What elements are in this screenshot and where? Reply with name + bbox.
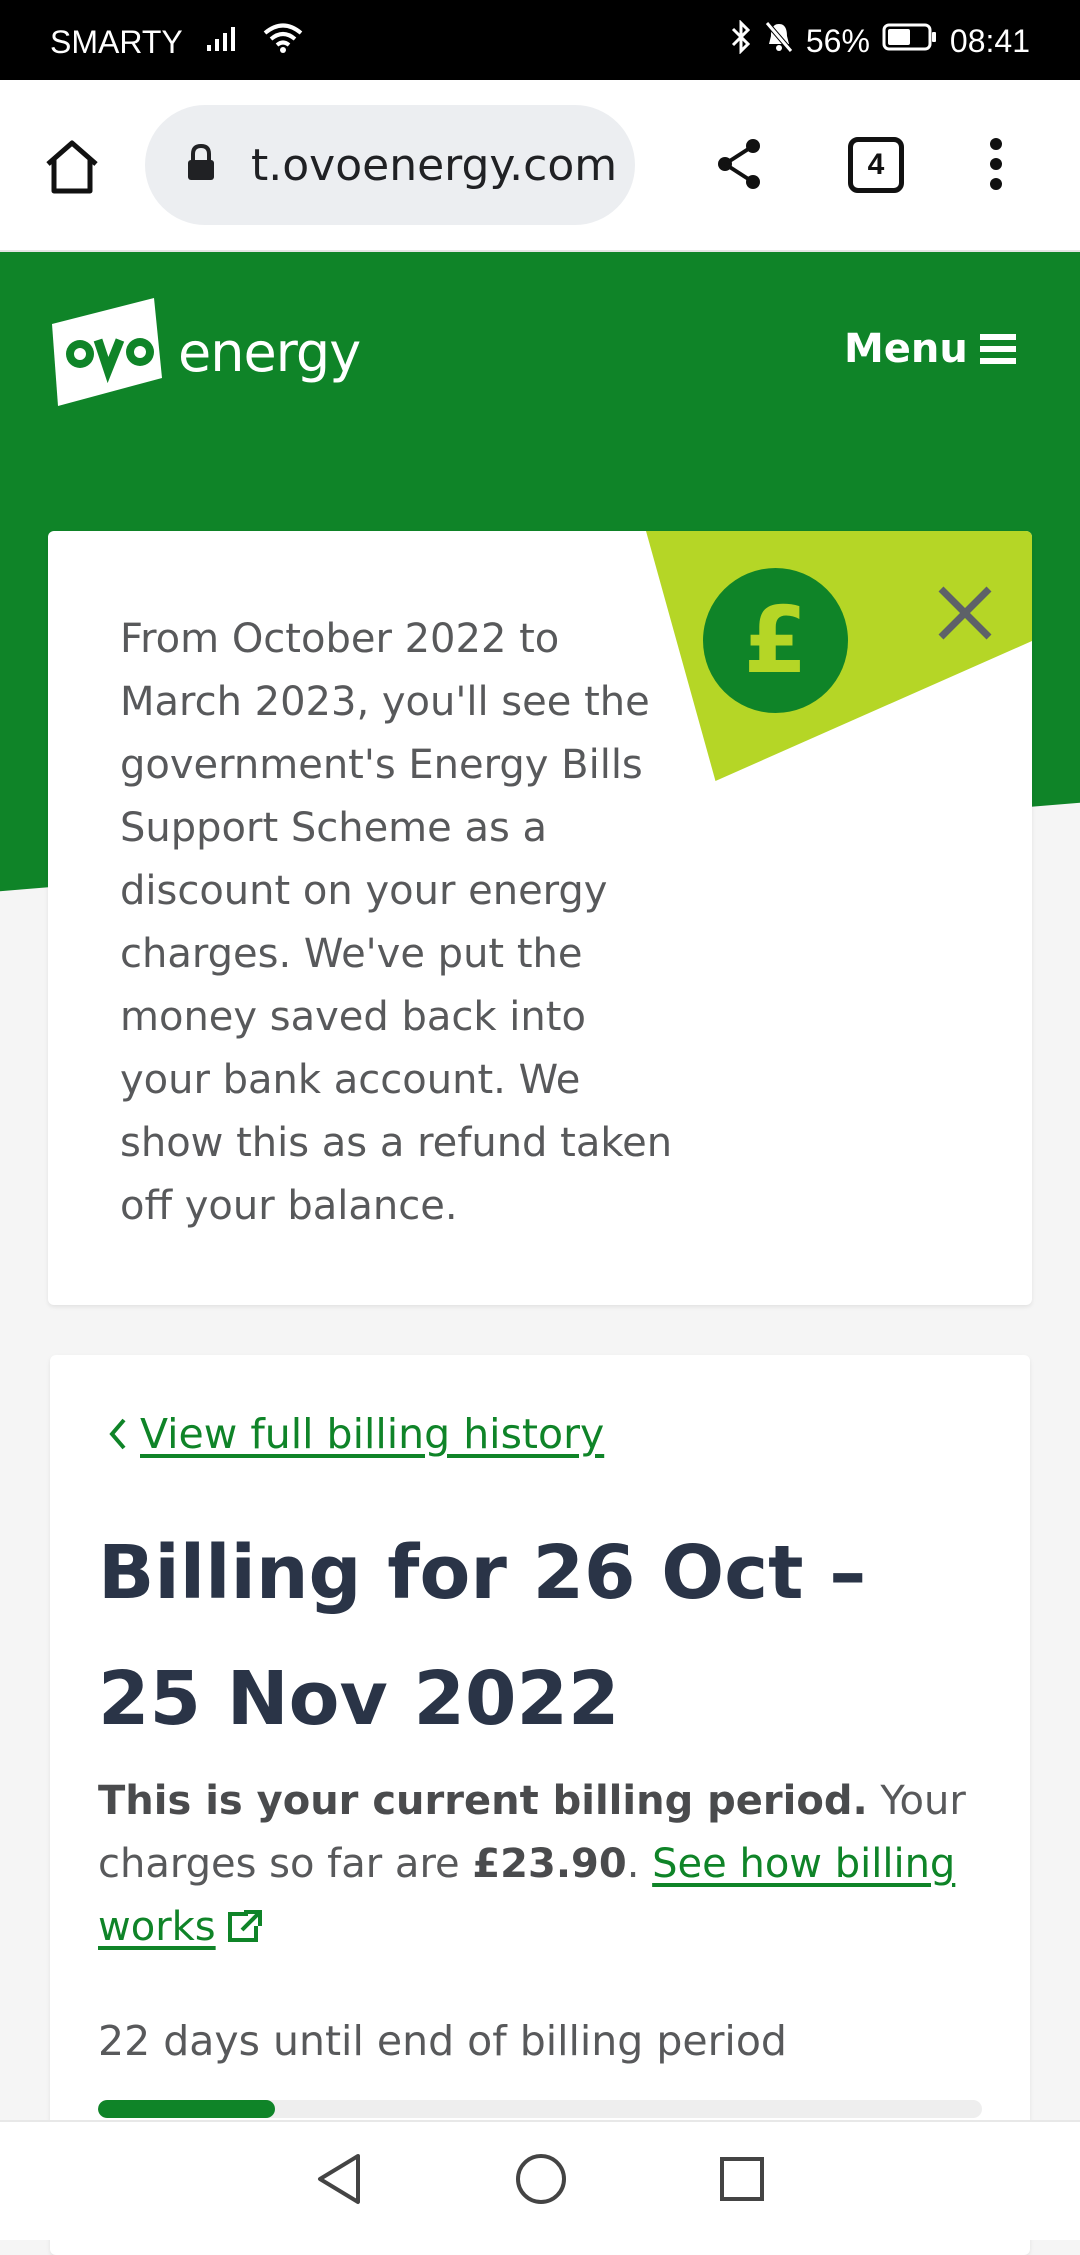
- view-billing-history-label: View full billing history: [140, 1410, 605, 1458]
- tab-count: 4: [867, 148, 885, 181]
- bell-muted-icon: [764, 20, 794, 62]
- bluetooth-icon: [730, 19, 752, 62]
- url-text: t.ovoenergy.com: [251, 139, 618, 191]
- back-nav-icon[interactable]: [314, 2152, 364, 2210]
- ovo-logo[interactable]: energy: [48, 296, 361, 408]
- charges-amount: £23.90: [472, 1841, 627, 1887]
- view-billing-history-link[interactable]: View full billing history: [106, 1410, 604, 1458]
- carrier-label: SMARTY: [50, 23, 183, 60]
- wifi-icon: [263, 22, 303, 62]
- days-left-text: 22 days until end of billing period: [98, 2017, 787, 2065]
- logo-wordmark: energy: [178, 320, 361, 384]
- status-bar: SMARTY 56% 08:41: [0, 0, 1080, 80]
- share-icon[interactable]: [713, 136, 765, 196]
- menu-label: Menu: [844, 326, 968, 372]
- tab-switcher-button[interactable]: 4: [848, 137, 904, 193]
- current-period-label: This is your current billing period.: [98, 1778, 868, 1824]
- ovo-mark-icon: [52, 298, 162, 406]
- charges-suffix: .: [626, 1841, 653, 1887]
- menu-button[interactable]: Menu: [844, 326, 1018, 372]
- billing-description: This is your current billing period. You…: [98, 1770, 978, 1959]
- recents-nav-icon[interactable]: [718, 2155, 766, 2207]
- home-nav-icon[interactable]: [514, 2152, 568, 2210]
- ebss-notice-card: £ From October 2022 to March 2023, you'l…: [48, 531, 1032, 1305]
- browser-toolbar: t.ovoenergy.com 4: [0, 80, 1080, 252]
- chevron-left-icon: [109, 1418, 126, 1450]
- more-options-icon[interactable]: [987, 136, 1005, 196]
- notice-text: From October 2022 to March 2023, you'll …: [120, 616, 673, 1229]
- signal-icon: [205, 23, 241, 61]
- billing-progress-fill: [98, 2100, 275, 2118]
- billing-progress-bar: [98, 2100, 982, 2118]
- home-icon[interactable]: [42, 138, 102, 200]
- address-bar[interactable]: t.ovoenergy.com: [145, 105, 635, 225]
- page-title: Billing for 26 Oct – 25 Nov 2022: [98, 1530, 867, 1742]
- hamburger-icon: [979, 334, 1016, 364]
- clock: 08:41: [949, 22, 1030, 59]
- system-nav-bar: [0, 2120, 1080, 2240]
- battery-icon: [882, 22, 938, 60]
- lock-icon: [185, 143, 217, 187]
- close-icon[interactable]: [933, 581, 997, 645]
- external-link-icon: [227, 1910, 262, 1942]
- battery-percent: 56%: [805, 22, 870, 59]
- pound-icon: £: [703, 568, 848, 713]
